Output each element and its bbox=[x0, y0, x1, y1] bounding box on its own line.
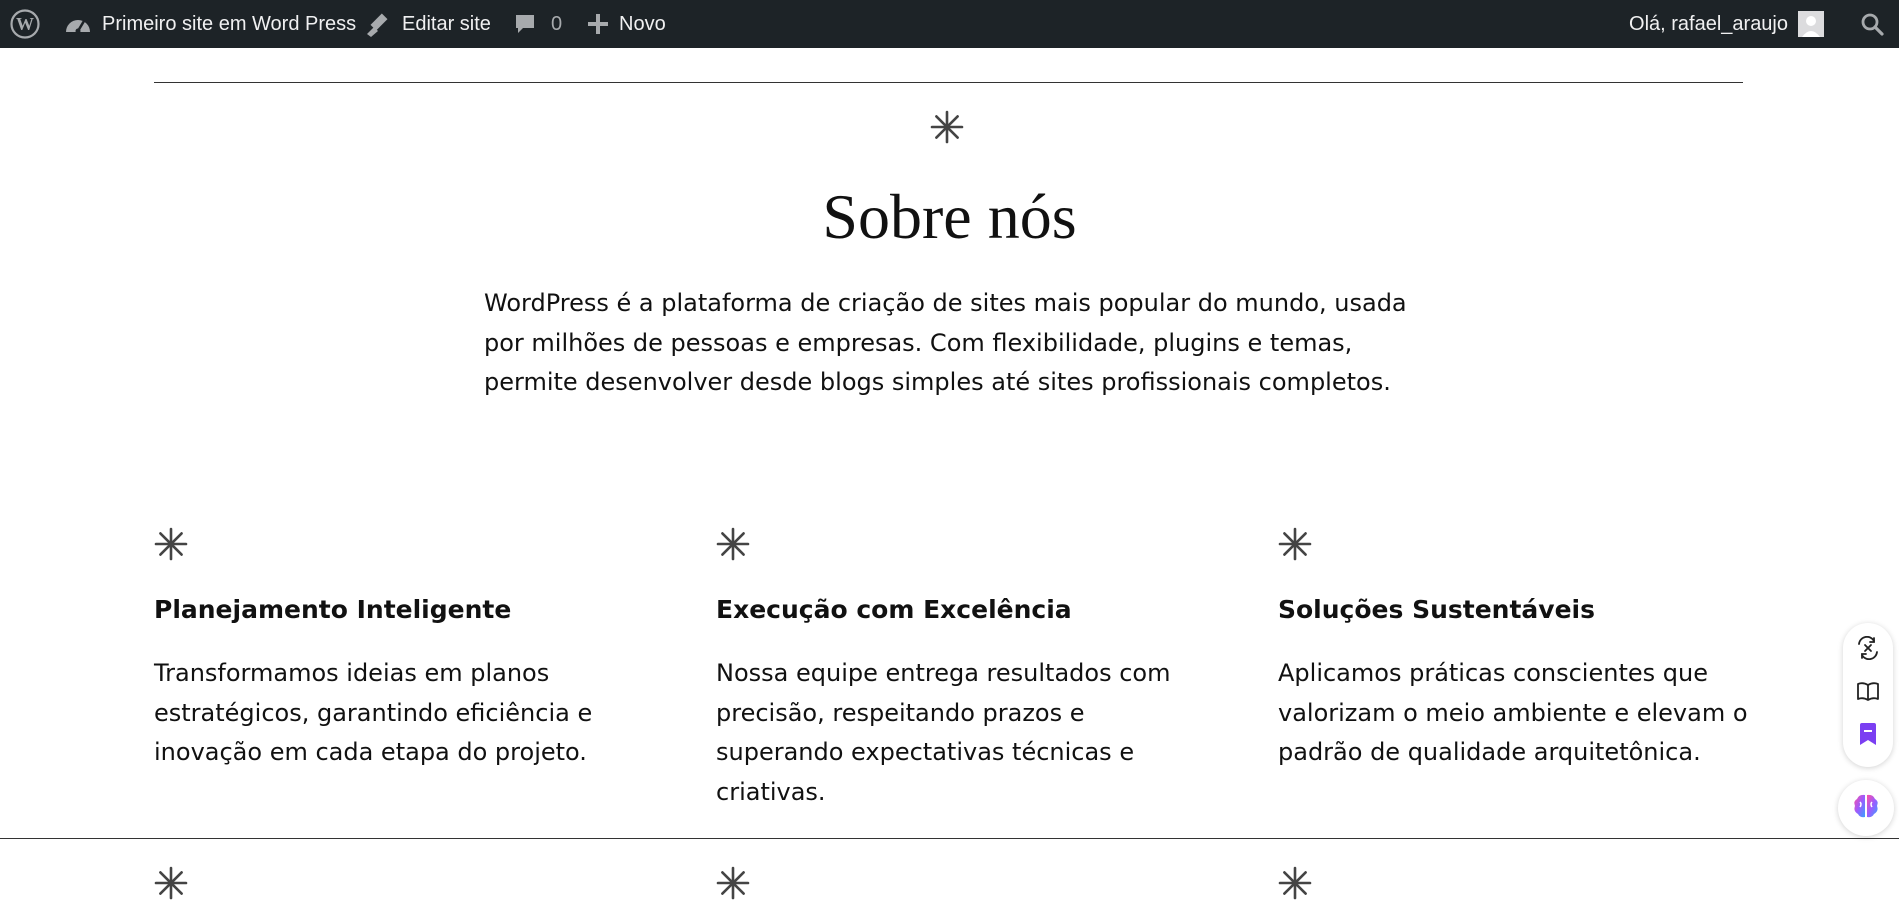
wordpress-logo-icon: W bbox=[10, 9, 40, 39]
dashboard-icon bbox=[64, 12, 92, 36]
asterisk-icon bbox=[930, 110, 964, 144]
feature-text: Transformamos ideias em planos estratégi… bbox=[154, 659, 593, 766]
new-content-link[interactable]: Novo bbox=[587, 0, 666, 48]
feature-title: Planejamento Inteligente bbox=[154, 595, 512, 624]
feature-text: Nossa equipe entrega resultados com prec… bbox=[716, 659, 1171, 806]
separator-top bbox=[154, 82, 1743, 83]
admin-bar: W Primeiro site em Word Press Editar sit… bbox=[0, 0, 1899, 48]
svg-text:W: W bbox=[16, 14, 34, 34]
translate-button[interactable] bbox=[1855, 635, 1881, 664]
edit-icon bbox=[364, 11, 392, 37]
book-icon bbox=[1856, 679, 1880, 707]
search-icon bbox=[1860, 12, 1884, 36]
translate-icon bbox=[1856, 635, 1880, 664]
avatar bbox=[1798, 11, 1824, 37]
site-name: Primeiro site em Word Press bbox=[102, 12, 357, 35]
asterisk-icon bbox=[716, 866, 750, 900]
comments-count: 0 bbox=[551, 12, 563, 35]
edit-site-link[interactable]: Editar site bbox=[364, 0, 491, 48]
search-button[interactable] bbox=[1860, 0, 1884, 48]
side-toolbar bbox=[1843, 623, 1893, 767]
edit-site-label: Editar site bbox=[402, 12, 491, 35]
wordpress-menu[interactable]: W bbox=[10, 0, 40, 48]
asterisk-icon bbox=[154, 527, 188, 561]
site-name-link[interactable]: Primeiro site em Word Press bbox=[64, 0, 356, 48]
ai-brain-icon bbox=[1851, 791, 1881, 825]
comments-link[interactable]: 0 bbox=[513, 0, 562, 48]
bookmark-button[interactable] bbox=[1855, 723, 1881, 749]
ai-assistant-button[interactable] bbox=[1838, 780, 1894, 836]
feature-text: Aplicamos práticas conscientes que valor… bbox=[1278, 659, 1748, 766]
asterisk-icon bbox=[1278, 527, 1312, 561]
greeting: Olá, rafael_araujo bbox=[1629, 12, 1788, 35]
feature-title: Soluções Sustentáveis bbox=[1278, 595, 1595, 624]
plus-icon bbox=[587, 13, 609, 35]
reader-button[interactable] bbox=[1855, 680, 1881, 706]
intro-paragraph: WordPress é a plataforma de criação de s… bbox=[484, 289, 1407, 396]
page-title: Sobre nós bbox=[822, 181, 1077, 252]
new-label: Novo bbox=[619, 12, 666, 35]
feature-title: Execução com Excelência bbox=[716, 595, 1072, 624]
asterisk-icon bbox=[716, 527, 750, 561]
asterisk-icon bbox=[154, 866, 188, 900]
bookmark-icon bbox=[1857, 722, 1879, 750]
comment-icon bbox=[513, 12, 537, 36]
asterisk-icon bbox=[1278, 866, 1312, 900]
separator-bottom bbox=[0, 838, 1899, 839]
account-menu[interactable]: Olá, rafael_araujo bbox=[1629, 0, 1824, 48]
